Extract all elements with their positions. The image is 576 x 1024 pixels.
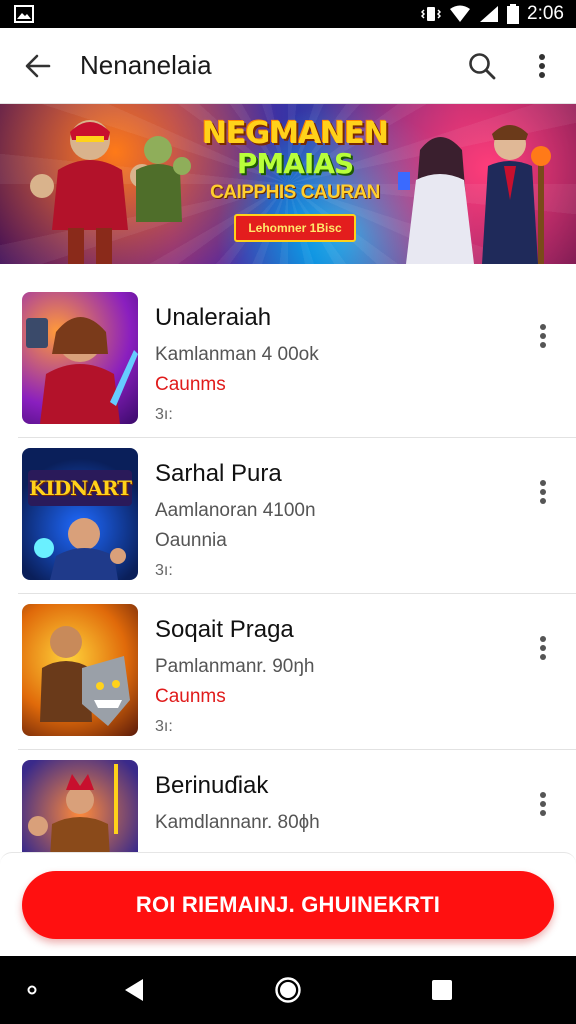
signal-icon [480, 6, 499, 22]
status-bar-right: 2:06 [421, 3, 564, 25]
primary-cta-button[interactable]: ROI RIEMAINJ. GHUINEKRTI [22, 871, 554, 939]
nav-recents-icon [432, 980, 452, 1000]
game-title: Berinuɗiak [155, 772, 269, 799]
banner-tagline: CAIPPHIS CAURAN [210, 182, 380, 203]
game-info: Unaleraiah Kamlanman 4 00ok Caunms 3ı: [155, 304, 319, 424]
search-button[interactable] [452, 28, 512, 104]
wifi-icon [450, 5, 471, 22]
game-meta: Aamlanoran 4100n [155, 500, 316, 521]
game-list: Unaleraiah Kamlanman 4 00ok Caunms 3ı: K… [0, 282, 576, 906]
game-thumbnail [22, 604, 138, 736]
bottom-action-sheet: ROI RIEMAINJ. GHUINEKRTI [0, 852, 576, 956]
game-info: Soqait Praga Pamlanmanr. 90ŋh Caunms 3ı: [155, 616, 315, 736]
game-size: 3ı: [155, 718, 173, 735]
nav-home-button[interactable] [264, 956, 312, 1024]
game-tag: Oaunnia [155, 530, 227, 551]
nav-back-icon [125, 979, 143, 1001]
system-nav-bar [0, 956, 576, 1024]
nav-back-button[interactable] [110, 956, 158, 1024]
more-vert-icon [540, 636, 546, 660]
item-more-button[interactable] [528, 784, 558, 824]
banner-hero-right [398, 125, 551, 264]
banner-hero-left [30, 120, 191, 264]
game-info: Berinuɗiak Kamdlannanr. 80ɸh [155, 772, 320, 834]
game-artwork [40, 626, 130, 726]
status-time: 2:06 [527, 3, 564, 24]
game-thumbnail: KIDNART [22, 448, 138, 580]
game-artwork [26, 317, 138, 424]
game-thumbnail [22, 292, 138, 424]
item-more-button[interactable] [528, 472, 558, 512]
game-thumbnail-logo: KIDNART [28, 476, 132, 500]
more-vert-icon [540, 792, 546, 816]
back-button[interactable] [0, 28, 76, 104]
game-title: Soqait Praga [155, 616, 294, 643]
nav-dot-icon [27, 985, 37, 995]
status-bar-left [14, 5, 34, 23]
back-arrow-icon [25, 54, 51, 77]
more-vert-icon [539, 53, 545, 78]
more-vert-icon [540, 324, 546, 348]
more-vert-icon [540, 480, 546, 504]
game-title: Sarhal Pura [155, 460, 282, 487]
nav-dot [18, 956, 46, 1024]
game-tag: Caunms [155, 374, 226, 395]
item-more-button[interactable] [528, 316, 558, 356]
banner-text-block: NEGMANEN PMAIAS CAIPPHIS CAURAN Lehomner… [200, 116, 390, 242]
game-title: Unaleraiah [155, 304, 272, 331]
page-title: Nenanelaia [80, 50, 212, 80]
game-tag: Caunms [155, 686, 226, 707]
item-more-button[interactable] [528, 628, 558, 668]
app-bar: Nenanelaia [0, 28, 576, 104]
game-artwork [28, 470, 132, 580]
game-meta: Pamlanmanr. 90ŋh [155, 656, 315, 677]
nav-home-icon [275, 977, 301, 1003]
overflow-menu-button[interactable] [512, 28, 572, 104]
status-bar: 2:06 [0, 0, 576, 28]
game-info: Sarhal Pura Aamlanoran 4100n Oaunnia 3ı: [155, 460, 316, 580]
promo-banner[interactable]: NEGMANEN PMAIAS CAIPPHIS CAURAN Lehomner… [0, 104, 576, 264]
banner-subheadline: PMAIAS [236, 147, 354, 180]
list-item[interactable]: KIDNART Sarhal Pura Aamlanoran 4100n Oau… [18, 438, 576, 594]
game-size: 3ı: [155, 562, 173, 579]
game-meta: Kamlanman 4 00ok [155, 344, 319, 365]
banner-headline: NEGMANEN [201, 116, 389, 151]
nav-recents-button[interactable] [418, 956, 466, 1024]
search-icon [469, 52, 496, 79]
game-size: 3ı: [155, 406, 173, 423]
battery-icon [507, 4, 520, 24]
gallery-notification-icon [14, 5, 34, 23]
list-item[interactable]: Unaleraiah Kamlanman 4 00ok Caunms 3ı: [18, 282, 576, 438]
vibrate-icon [421, 7, 442, 21]
list-item[interactable]: Soqait Praga Pamlanmanr. 90ŋh Caunms 3ı: [18, 594, 576, 750]
game-meta: Kamdlannanr. 80ɸh [155, 812, 320, 833]
banner-cta-button[interactable]: Lehomner 1Bisc [234, 214, 356, 242]
